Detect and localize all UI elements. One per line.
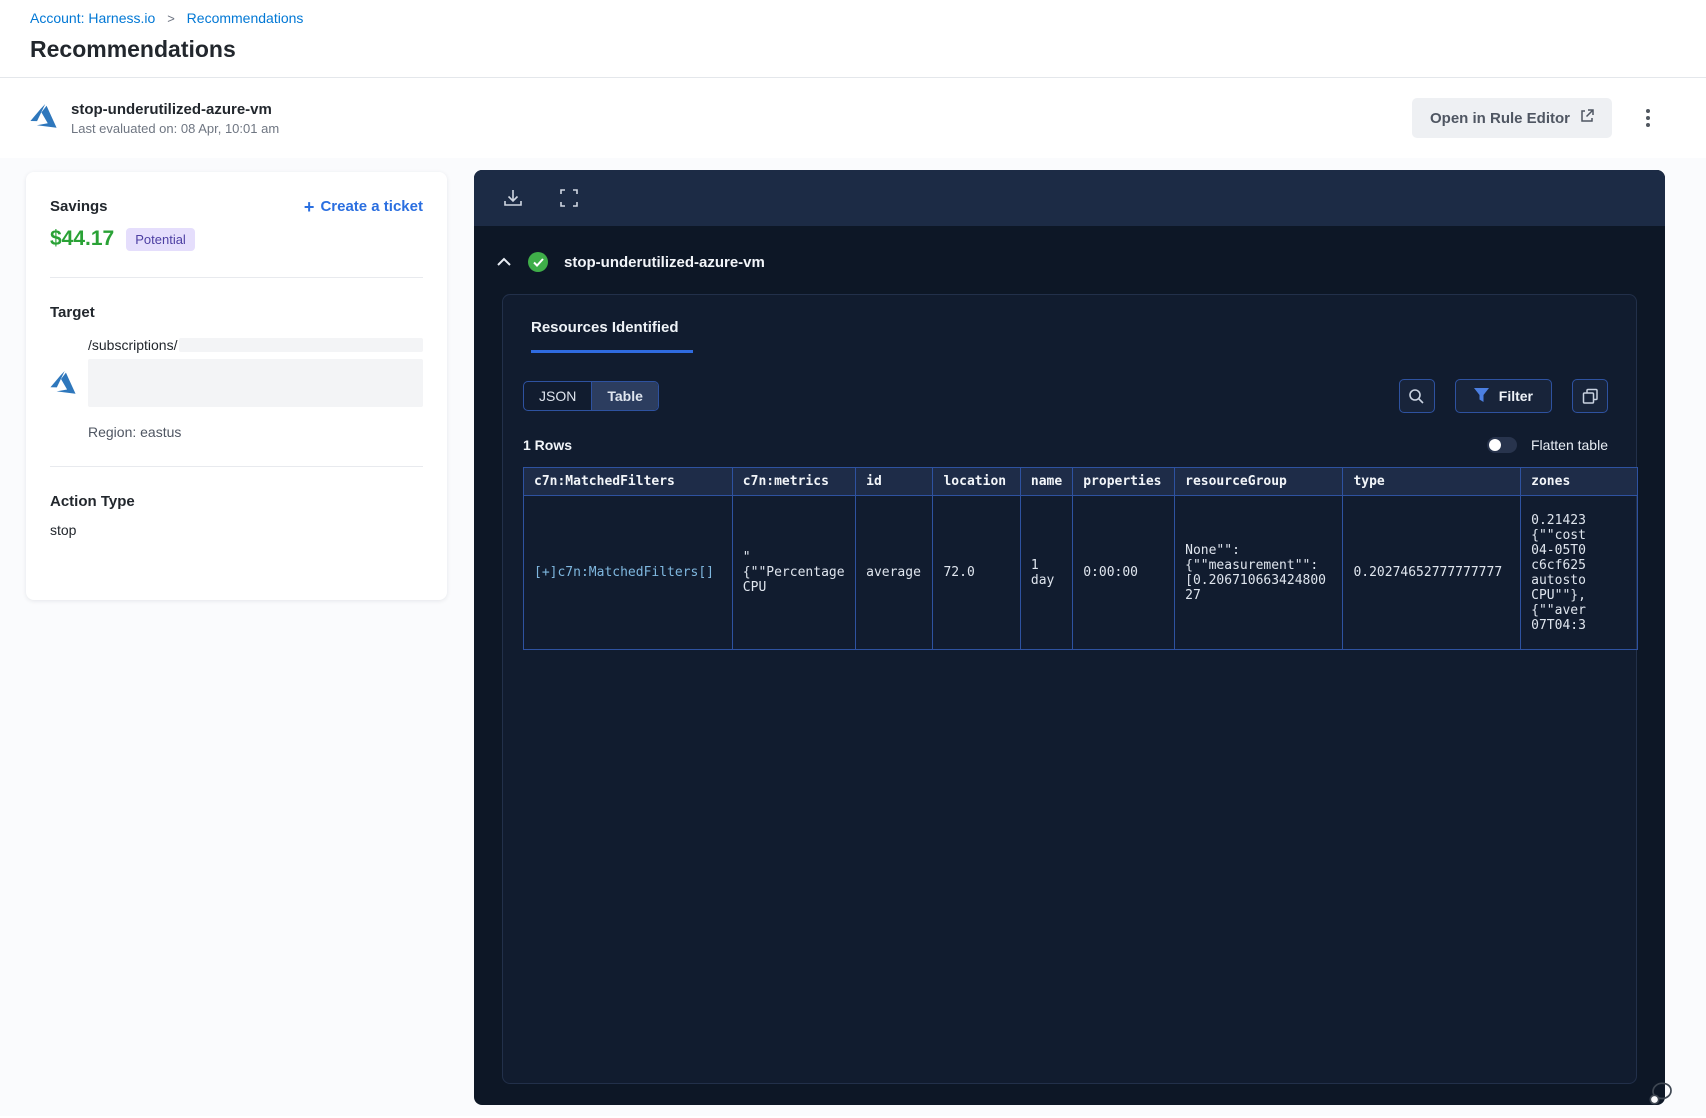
cell-id: average (855, 495, 934, 650)
open-rule-editor-button[interactable]: Open in Rule Editor (1411, 98, 1612, 138)
panel-toolbar (474, 170, 1665, 226)
rows-info-row: 1 Rows Flatten table (503, 437, 1636, 453)
column-header: location (932, 467, 1021, 496)
flatten-table-toggle[interactable] (1486, 437, 1517, 453)
last-evaluated-text: Last evaluated on: 08 Apr, 10:01 am (71, 120, 280, 136)
results-table: c7n:MatchedFilters c7n:metrics id locati… (523, 467, 1638, 650)
top-bar: Account: Harness.io > Recommendations Re… (0, 0, 1706, 77)
external-link-icon (1580, 109, 1594, 127)
kebab-menu-icon[interactable] (1642, 105, 1654, 131)
filter-label: Filter (1498, 388, 1533, 404)
column-header: properties (1072, 467, 1176, 496)
cell-resource-group: None"": {""measurement"": [0.20671066342… (1174, 495, 1344, 650)
region-text: Region: eastus (88, 424, 182, 440)
check-circle-icon (528, 252, 548, 272)
filter-icon (1473, 387, 1489, 405)
content-area: Savings + Create a ticket $44.17 Potenti… (0, 158, 1706, 1116)
breadcrumb-account-link[interactable]: Account: Harness.io (30, 10, 155, 26)
action-type-label: Action Type (50, 493, 135, 510)
column-header: type (1342, 467, 1522, 496)
azure-icon (30, 103, 57, 133)
column-header: resourceGroup (1174, 467, 1344, 496)
matched-filters-expand-link[interactable]: [+]c7n:MatchedFilters[] (534, 565, 714, 580)
savings-amount: $44.17 (50, 227, 115, 250)
rule-result-row: stop-underutilized-azure-vm (474, 226, 1665, 294)
table-controls-row: JSON Table Filter (503, 379, 1636, 413)
column-header: zones (1520, 467, 1638, 496)
tab-resources-identified[interactable]: Resources Identified (531, 319, 693, 353)
action-type-value: stop (50, 522, 77, 538)
cell-type: 0.20274652777777777 (1342, 495, 1522, 650)
target-label: Target (50, 304, 95, 321)
card-divider (50, 466, 423, 467)
cell-c7n-metrics: " {""Percentage CPU (731, 495, 857, 650)
target-path-text: /subscriptions/ (88, 337, 178, 353)
filter-button[interactable]: Filter (1454, 379, 1552, 413)
resources-card: Resources Identified JSON Table Filter 1… (502, 294, 1638, 1084)
savings-label: Savings (50, 198, 108, 215)
open-rule-editor-label: Open in Rule Editor (1429, 109, 1570, 127)
column-header: name (1019, 467, 1074, 496)
cell-zones: 0.21423 {""cost 04-05T0 c6cf625 autosto … (1520, 495, 1638, 650)
search-icon[interactable] (1398, 379, 1435, 413)
table-row: [+]c7n:MatchedFilters[] " {""Percentage … (523, 495, 1638, 650)
cell-location: 72.0 (932, 495, 1021, 650)
table-header-row: c7n:MatchedFilters c7n:metrics id locati… (523, 467, 1638, 496)
create-ticket-label: Create a ticket (320, 198, 423, 215)
redacted-target-text (179, 338, 423, 352)
azure-icon (50, 371, 76, 440)
flatten-table-label: Flatten table (1530, 437, 1608, 453)
recommendation-header: stop-underutilized-azure-vm Last evaluat… (0, 78, 1706, 158)
breadcrumb: Account: Harness.io > Recommendations (30, 10, 1676, 26)
potential-badge: Potential (126, 227, 195, 251)
card-divider (50, 277, 423, 278)
create-ticket-button[interactable]: + Create a ticket (303, 196, 423, 217)
rule-result-title: stop-underutilized-azure-vm (564, 253, 765, 271)
recommendation-title: stop-underutilized-azure-vm (71, 100, 272, 118)
results-panel: stop-underutilized-azure-vm Resources Id… (474, 170, 1665, 1105)
results-table-container: c7n:MatchedFilters c7n:metrics id locati… (523, 467, 1638, 650)
breadcrumb-separator: > (167, 11, 175, 26)
column-header: id (855, 467, 934, 496)
rows-count: 1 Rows (523, 437, 573, 453)
table-view-button[interactable]: Table (591, 382, 658, 410)
summary-card: Savings + Create a ticket $44.17 Potenti… (26, 172, 447, 600)
cell-properties: 0:00:00 (1072, 495, 1176, 650)
fullscreen-icon[interactable] (556, 185, 582, 211)
page-title: Recommendations (30, 36, 236, 62)
column-header: c7n:MatchedFilters (523, 467, 733, 496)
column-header: c7n:metrics (731, 467, 857, 496)
plus-icon: + (303, 196, 315, 217)
view-mode-toggle: JSON Table (523, 381, 659, 411)
download-icon[interactable] (500, 185, 526, 211)
chevron-up-icon[interactable] (496, 257, 512, 267)
json-view-button[interactable]: JSON (524, 382, 591, 410)
breadcrumb-recommendations-link[interactable]: Recommendations (187, 10, 304, 26)
chat-help-icon[interactable] (1645, 1078, 1677, 1113)
copy-icon[interactable] (1572, 379, 1608, 413)
cell-name: 1 day (1019, 495, 1074, 650)
redacted-target-text (88, 359, 423, 407)
